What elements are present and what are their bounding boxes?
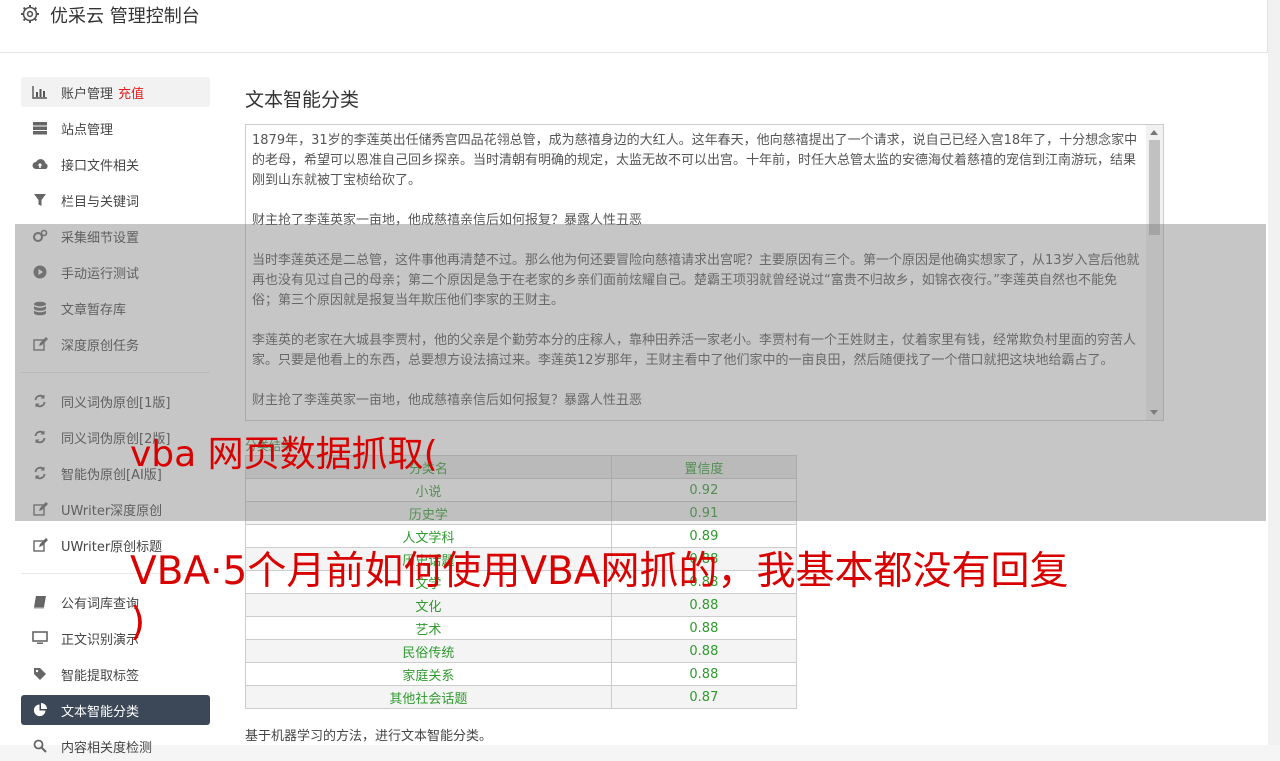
text-paragraph: 1879年，31岁的李莲英出任储秀宫四品花翎总管，成为慈禧身边的大红人。这年春天… bbox=[252, 133, 1138, 188]
sidebar-item-text-recognition[interactable]: 正文识别演示 bbox=[21, 623, 210, 653]
table-row: 艺术 0.88 bbox=[245, 616, 798, 640]
page-scrollbar[interactable] bbox=[1267, 0, 1280, 745]
pie-chart-icon bbox=[32, 702, 48, 718]
sidebar-item-label: 公有词库查询 bbox=[61, 596, 140, 612]
edit-icon bbox=[32, 537, 48, 553]
cloud-upload-icon bbox=[32, 156, 48, 172]
confidence-cell: 0.88 bbox=[610, 593, 798, 617]
sidebar-item-relevance-check[interactable]: 内容相关度检测 bbox=[21, 731, 210, 761]
sidebar-item-label: 栏目与关键词 bbox=[61, 194, 140, 210]
overlay-title: vba 网页数据抓取( bbox=[130, 434, 438, 475]
confidence-cell: 0.87 bbox=[610, 685, 798, 709]
scroll-up-arrow-icon[interactable] bbox=[1150, 130, 1158, 135]
sidebar-item-account[interactable]: 账户管理 充值 bbox=[21, 77, 210, 107]
sidebar-item-smart-tags[interactable]: 智能提取标签 bbox=[21, 659, 210, 689]
top-header: 优采云 管理控制台 bbox=[0, 0, 1268, 53]
table-row: 家庭关系 0.88 bbox=[245, 662, 798, 686]
bar-chart-icon bbox=[32, 84, 48, 100]
table-row: 文化 0.88 bbox=[245, 593, 798, 617]
recharge-link[interactable]: 充值 bbox=[118, 83, 144, 102]
overlay-caption-end: ) bbox=[130, 600, 146, 645]
table-row: 民俗传统 0.88 bbox=[245, 639, 798, 663]
book-icon bbox=[32, 594, 48, 610]
sidebar-item-columns-keywords[interactable]: 栏目与关键词 bbox=[21, 185, 210, 215]
desktop-icon bbox=[32, 630, 48, 646]
sidebar-item-label: 站点管理 bbox=[61, 122, 114, 138]
scroll-thumb[interactable] bbox=[1149, 140, 1160, 235]
category-cell: 民俗传统 bbox=[245, 639, 612, 663]
confidence-cell: 0.88 bbox=[610, 616, 798, 640]
sidebar-item-label: 正文识别演示 bbox=[61, 632, 140, 648]
sidebar-item-label: 账户管理 bbox=[61, 86, 114, 102]
sidebar-item-label: 文本智能分类 bbox=[61, 704, 140, 720]
description-text: 基于机器学习的方法，进行文本智能分类。 bbox=[245, 729, 493, 744]
sidebar-item-label: 内容相关度检测 bbox=[61, 740, 153, 756]
tag-icon bbox=[32, 666, 48, 682]
sidebar-item-label: 接口文件相关 bbox=[61, 158, 140, 174]
confidence-cell: 0.88 bbox=[610, 639, 798, 663]
table-row: 其他社会话题 0.87 bbox=[245, 685, 798, 709]
confidence-cell: 0.88 bbox=[610, 662, 798, 686]
category-cell: 家庭关系 bbox=[245, 662, 612, 686]
filter-icon bbox=[32, 192, 48, 208]
page-title: 文本智能分类 bbox=[245, 89, 360, 111]
category-cell: 其他社会话题 bbox=[245, 685, 612, 709]
category-cell: 艺术 bbox=[245, 616, 612, 640]
gear-icon bbox=[21, 5, 39, 23]
sidebar-item-label: 智能提取标签 bbox=[61, 668, 140, 684]
server-icon bbox=[32, 120, 48, 136]
app-title: 优采云 管理控制台 bbox=[50, 6, 200, 27]
category-cell: 文化 bbox=[245, 593, 612, 617]
sidebar-item-interface-files[interactable]: 接口文件相关 bbox=[21, 149, 210, 179]
sidebar-item-sites[interactable]: 站点管理 bbox=[21, 113, 210, 143]
search-icon bbox=[32, 738, 48, 754]
sidebar-item-text-classify[interactable]: 文本智能分类 bbox=[21, 695, 210, 725]
overlay-caption: VBA·5个月前如何使用VBA网抓的，我基本都没有回复 bbox=[130, 549, 1069, 594]
